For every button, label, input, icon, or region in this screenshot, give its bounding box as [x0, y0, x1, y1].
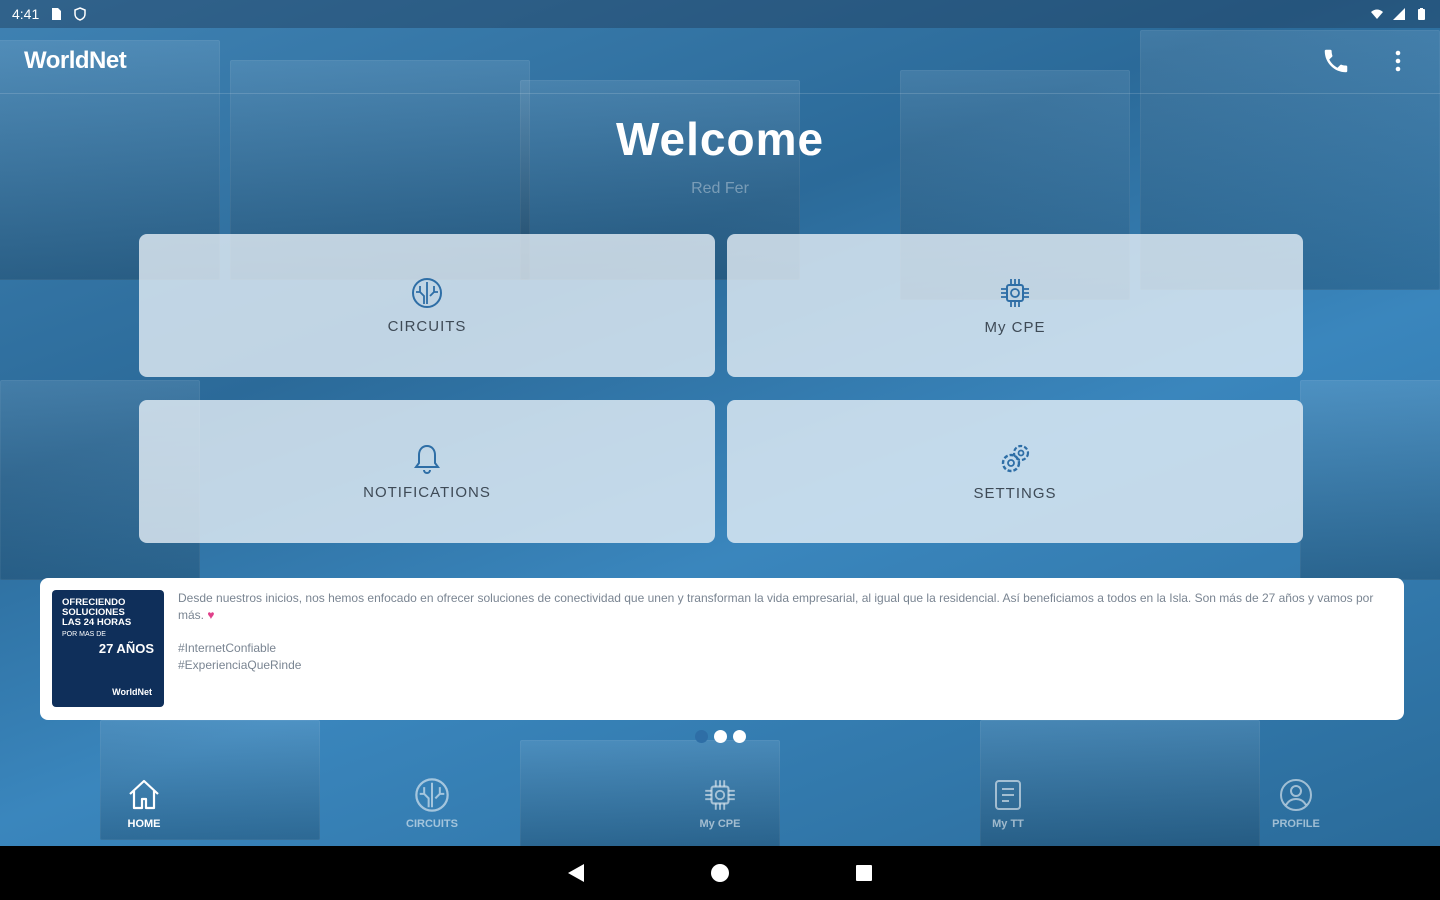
home-icon [129, 779, 159, 810]
globe-circuit-icon [412, 278, 442, 308]
phone-icon [1324, 49, 1348, 72]
carousel-indicator [0, 730, 1440, 743]
tile-circuits-label: CIRCUITS [387, 318, 467, 335]
thumb-small: POR MAS DE [62, 631, 106, 638]
nav-my-tt[interactable]: My TT [864, 772, 1152, 846]
carousel-dot[interactable] [713, 730, 727, 743]
status-time: 4:41 [12, 6, 40, 22]
carousel-dot[interactable] [694, 730, 708, 743]
nav-home[interactable]: HOME [0, 772, 288, 846]
nav-my-tt-label: My TT [992, 818, 1024, 830]
system-home-button[interactable] [708, 861, 732, 885]
overflow-menu-button[interactable] [1380, 43, 1416, 79]
system-navigation-bar [0, 846, 1440, 900]
bell-icon [414, 444, 440, 475]
tile-notifications-label: NOTIFICATIONS [363, 484, 491, 501]
globe-circuit-icon [415, 778, 449, 812]
news-body: Desde nuestros inicios, nos hemos enfoca… [178, 590, 1392, 708]
news-card[interactable]: OFRECIENDO SOLUCIONES LAS 24 HORAS POR M… [40, 578, 1404, 720]
battery-icon [1418, 8, 1425, 20]
nav-my-cpe-label: My CPE [699, 818, 741, 830]
tile-circuits[interactable]: CIRCUITS [139, 234, 715, 377]
system-back-button[interactable] [564, 861, 588, 885]
shield-icon [74, 7, 86, 21]
nav-circuits[interactable]: CIRCUITS [288, 772, 576, 846]
page-title: Welcome [615, 113, 825, 165]
ticket-icon [995, 780, 1021, 810]
news-text: Desde nuestros inicios, nos hemos enfoca… [178, 591, 1374, 622]
nav-my-cpe[interactable]: My CPE [576, 772, 864, 846]
back-icon [568, 864, 584, 882]
nav-circuits-label: CIRCUITS [406, 818, 458, 830]
status-bar: 4:41 [0, 0, 1440, 28]
system-recents-button[interactable] [852, 861, 876, 885]
thumb-brand: WorldNet [112, 687, 152, 697]
nav-home-label: HOME [127, 818, 161, 830]
sd-card-icon [52, 8, 62, 20]
bg-cube [1300, 380, 1440, 580]
tile-settings-label: SETTINGS [973, 485, 1057, 502]
tile-my-cpe[interactable]: My CPE [727, 234, 1303, 377]
chip-icon [705, 780, 735, 810]
tile-settings[interactable]: SETTINGS [727, 400, 1303, 543]
call-button[interactable] [1318, 43, 1354, 79]
bottom-navigation: HOME CIRCUITS My CPE My TT PROFILE [0, 772, 1440, 846]
tile-notifications[interactable]: NOTIFICATIONS [139, 400, 715, 543]
news-thumbnail: OFRECIENDO SOLUCIONES LAS 24 HORAS POR M… [52, 590, 164, 707]
thumb-big: 27 AÑOS [98, 641, 154, 656]
signal-icon [1393, 8, 1405, 20]
more-vert-icon [1395, 50, 1401, 71]
chip-icon [1001, 279, 1029, 307]
user-name: Red Fer [691, 180, 749, 197]
gears-icon [1001, 444, 1030, 473]
news-tag[interactable]: #ExperienciaQueRinde [178, 657, 1392, 674]
profile-icon [1280, 779, 1312, 811]
recents-icon [856, 865, 872, 881]
app-logo: WorldNet [24, 46, 127, 74]
heart-icon: ♥ [207, 608, 215, 622]
carousel-dot[interactable] [732, 730, 746, 743]
nav-profile-label: PROFILE [1272, 818, 1320, 830]
wifi-icon [1371, 9, 1383, 19]
nav-profile[interactable]: PROFILE [1152, 772, 1440, 846]
thumb-line: LAS 24 HORAS [62, 617, 132, 628]
news-tag[interactable]: #InternetConfiable [178, 640, 1392, 657]
app-bar: WorldNet [0, 28, 1440, 94]
home-circle-icon [711, 864, 729, 882]
tile-my-cpe-label: My CPE [984, 319, 1046, 336]
